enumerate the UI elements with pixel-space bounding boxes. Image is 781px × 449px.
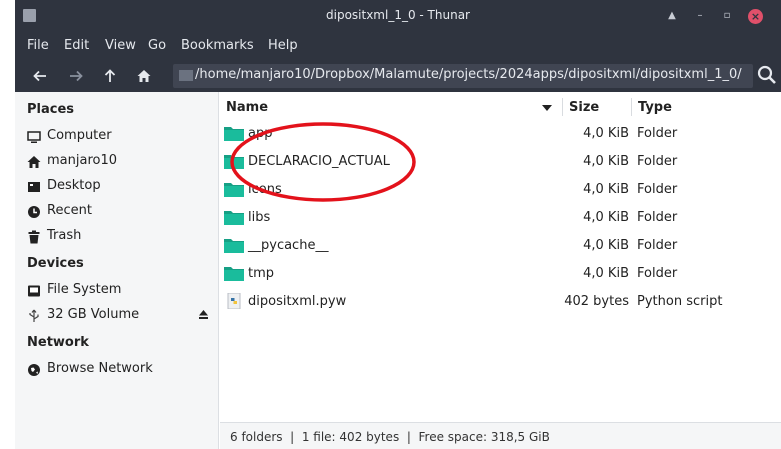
file-type: Folder bbox=[637, 126, 678, 141]
file-size: 4,0 KiB bbox=[583, 266, 629, 281]
file-size: 4,0 KiB bbox=[583, 126, 629, 141]
sidebar-item-volume[interactable]: 32 GB Volume bbox=[27, 306, 217, 326]
maximize-button[interactable]: ▫ bbox=[720, 9, 734, 23]
sidebar-item-label: Trash bbox=[47, 228, 82, 243]
file-name: dipositxml.pyw bbox=[248, 294, 347, 309]
sidebar-item-label: Desktop bbox=[47, 178, 101, 193]
sidebar-item-file-system[interactable]: File System bbox=[27, 281, 217, 301]
python-file-icon bbox=[227, 293, 241, 309]
file-type: Folder bbox=[637, 210, 678, 225]
column-type-label: Type bbox=[638, 100, 672, 115]
forward-button[interactable] bbox=[65, 65, 87, 87]
menu-file[interactable]: File bbox=[27, 38, 49, 53]
file-manager-window: dipositxml_1_0 - Thunar ▲ – ▫ × File Edi… bbox=[15, 0, 781, 449]
devices-heading: Devices bbox=[27, 256, 84, 271]
sidebar-item-computer[interactable]: Computer bbox=[27, 127, 217, 147]
list-item[interactable]: __pycache__ 4,0 KiB Folder bbox=[220, 232, 781, 260]
menu-go[interactable]: Go bbox=[148, 38, 166, 53]
column-name-label: Name bbox=[226, 100, 269, 115]
recent-icon bbox=[28, 206, 40, 218]
sidebar-item-label: manjaro10 bbox=[47, 153, 118, 168]
sidebar-item-label: Computer bbox=[47, 128, 112, 143]
file-size: 4,0 KiB bbox=[583, 238, 629, 253]
sidebar-item-label: 32 GB Volume bbox=[47, 307, 140, 322]
file-size: 4,0 KiB bbox=[583, 210, 629, 225]
parent-folder-button[interactable] bbox=[99, 65, 121, 87]
location-toolbar: /home/manjaro10/Dropbox/Malamute/project… bbox=[15, 60, 781, 92]
folder-icon bbox=[224, 267, 244, 281]
column-header-type[interactable]: Type bbox=[632, 92, 781, 122]
folder-icon bbox=[224, 239, 244, 253]
eject-glyph bbox=[199, 310, 208, 319]
file-size: 4,0 KiB bbox=[583, 182, 629, 197]
sidebar-item-desktop[interactable]: Desktop bbox=[27, 177, 217, 197]
sidebar-item-label: File System bbox=[47, 282, 122, 297]
list-item[interactable]: tmp 4,0 KiB Folder bbox=[220, 260, 781, 288]
search-icon bbox=[757, 65, 776, 84]
folder-icon bbox=[179, 70, 193, 81]
menu-view[interactable]: View bbox=[105, 38, 136, 53]
sidebar-item-home[interactable]: manjaro10 bbox=[27, 152, 217, 172]
file-type: Python script bbox=[637, 294, 723, 309]
search-button[interactable] bbox=[757, 63, 779, 87]
home-icon bbox=[27, 156, 41, 168]
column-header-size[interactable]: Size bbox=[563, 92, 631, 122]
title-bar: dipositxml_1_0 - Thunar ▲ – ▫ × bbox=[15, 0, 781, 32]
file-type: Folder bbox=[637, 266, 678, 281]
location-path[interactable]: /home/manjaro10/Dropbox/Malamute/project… bbox=[195, 67, 742, 82]
folder-icon bbox=[224, 211, 244, 225]
file-type: Folder bbox=[637, 238, 678, 253]
desktop-icon bbox=[28, 182, 40, 192]
sidebar-item-trash[interactable]: Trash bbox=[27, 227, 217, 247]
list-item[interactable]: dipositxml.pyw 402 bytes Python script bbox=[220, 288, 781, 316]
column-header-name[interactable]: Name bbox=[220, 92, 562, 122]
status-text: 6 folders | 1 file: 402 bytes | Free spa… bbox=[230, 430, 550, 444]
sidebar-item-label: Browse Network bbox=[47, 361, 153, 376]
drive-icon bbox=[28, 285, 40, 297]
arrow-up-icon bbox=[104, 69, 116, 82]
menu-edit[interactable]: Edit bbox=[64, 38, 89, 53]
location-bar[interactable]: /home/manjaro10/Dropbox/Malamute/project… bbox=[173, 64, 753, 88]
eject-icon[interactable] bbox=[198, 309, 209, 323]
sidebar: Places Computer manjaro10 Desktop Recent… bbox=[15, 92, 219, 449]
places-heading: Places bbox=[27, 102, 75, 117]
list-item[interactable]: libs 4,0 KiB Folder bbox=[220, 204, 781, 232]
back-button[interactable] bbox=[29, 65, 51, 87]
arrow-right-icon bbox=[70, 70, 83, 82]
sort-descending-icon bbox=[542, 105, 552, 111]
network-heading: Network bbox=[27, 335, 89, 350]
home-icon bbox=[137, 70, 151, 82]
status-bar: 6 folders | 1 file: 402 bytes | Free spa… bbox=[220, 422, 781, 449]
minimize-button[interactable]: – bbox=[693, 9, 707, 23]
sidebar-item-label: Recent bbox=[47, 203, 92, 218]
sidebar-item-browse-network[interactable]: Browse Network bbox=[27, 360, 217, 380]
file-type: Folder bbox=[637, 154, 678, 169]
close-button[interactable]: × bbox=[748, 9, 763, 24]
file-size: 402 bytes bbox=[564, 294, 629, 309]
sidebar-item-recent[interactable]: Recent bbox=[27, 202, 217, 222]
trash-icon bbox=[28, 230, 40, 244]
file-name: libs bbox=[248, 210, 271, 225]
menu-help[interactable]: Help bbox=[268, 38, 298, 53]
network-icon bbox=[28, 364, 40, 376]
home-button[interactable] bbox=[133, 65, 155, 87]
annotation-circle bbox=[230, 122, 416, 202]
menu-bookmarks[interactable]: Bookmarks bbox=[181, 38, 254, 53]
usb-icon bbox=[29, 309, 39, 322]
file-type: Folder bbox=[637, 182, 678, 197]
menu-bar: File Edit View Go Bookmarks Help bbox=[15, 32, 781, 60]
file-size: 4,0 KiB bbox=[583, 154, 629, 169]
column-size-label: Size bbox=[569, 100, 600, 115]
arrow-left-icon bbox=[33, 70, 46, 82]
file-name: __pycache__ bbox=[248, 238, 329, 253]
computer-icon bbox=[27, 131, 41, 143]
shade-button[interactable]: ▲ bbox=[665, 9, 679, 23]
file-name: tmp bbox=[248, 266, 275, 281]
